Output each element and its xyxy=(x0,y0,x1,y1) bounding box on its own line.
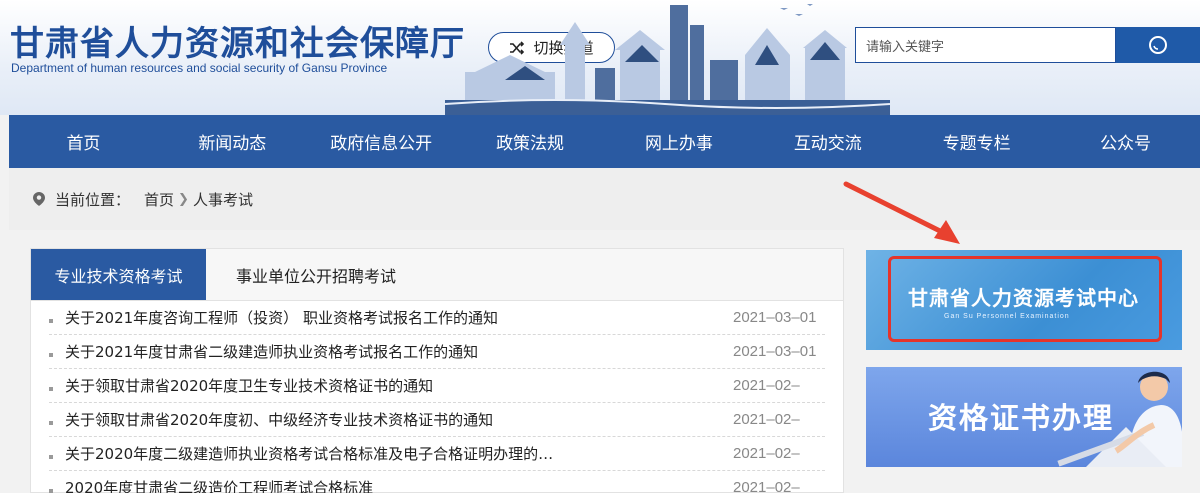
nav-item-interaction[interactable]: 互动交流 xyxy=(753,115,902,168)
nav-item-news[interactable]: 新闻动态 xyxy=(158,115,307,168)
news-date: 2021–02– xyxy=(733,479,800,493)
city-skyline-illustration xyxy=(445,4,890,115)
red-arrow-annotation xyxy=(843,181,960,244)
list-item[interactable]: 关于2021年度咨询工程师（投资） 职业资格考试报名工作的通知 2021–03–… xyxy=(49,301,825,335)
news-date: 2021–02– xyxy=(733,445,800,462)
chevron-right-icon: ❯ xyxy=(178,191,189,207)
exam-center-subtitle: Gan Su Personnel Examination xyxy=(944,313,1070,320)
exam-center-banner[interactable]: 甘肃省人力资源考试中心 Gan Su Personnel Examination xyxy=(866,250,1182,350)
nav-item-topics[interactable]: 专题专栏 xyxy=(902,115,1051,168)
bullet-icon xyxy=(49,386,53,391)
nav-item-gov-info[interactable]: 政府信息公开 xyxy=(307,115,456,168)
news-list: 关于2021年度咨询工程师（投资） 职业资格考试报名工作的通知 2021–03–… xyxy=(31,301,843,493)
breadcrumb: 当前位置： 首页 ❯ 人事考试 xyxy=(9,168,1200,230)
news-date: 2021–02– xyxy=(733,411,800,428)
news-title[interactable]: 2020年度甘肃省二级造价工程师考试合格标准 xyxy=(65,477,733,493)
certificate-banner[interactable]: 资格证书办理 xyxy=(866,367,1182,467)
nav-item-public-account[interactable]: 公众号 xyxy=(1051,115,1200,168)
bullet-icon xyxy=(49,488,53,493)
nav-item-online-services[interactable]: 网上办事 xyxy=(605,115,754,168)
exam-center-title: 甘肃省人力资源考试中心 xyxy=(908,286,1139,310)
exam-tabs: 专业技术资格考试 事业单位公开招聘考试 xyxy=(31,249,843,301)
bullet-icon xyxy=(49,420,53,425)
news-title[interactable]: 关于领取甘肃省2020年度初、中级经济专业技术资格证书的通知 xyxy=(65,409,733,430)
search-icon xyxy=(1149,36,1167,54)
bullet-icon xyxy=(49,352,53,357)
search-button[interactable] xyxy=(1116,27,1200,63)
nav-item-policy[interactable]: 政策法规 xyxy=(456,115,605,168)
news-title[interactable]: 关于2020年度二级建造师执业资格考试合格标准及电子合格证明办理的… xyxy=(65,443,733,464)
tab-professional-qualification[interactable]: 专业技术资格考试 xyxy=(31,249,206,300)
search-placeholder: 请输入关键字 xyxy=(866,39,945,55)
news-title[interactable]: 关于2021年度咨询工程师（投资） 职业资格考试报名工作的通知 xyxy=(65,307,733,328)
list-item[interactable]: 关于领取甘肃省2020年度初、中级经济专业技术资格证书的通知 2021–02– xyxy=(49,403,825,437)
news-title[interactable]: 关于领取甘肃省2020年度卫生专业技术资格证书的通知 xyxy=(65,375,733,396)
list-item[interactable]: 2020年度甘肃省二级造价工程师考试合格标准 2021–02– xyxy=(49,471,825,493)
search-input[interactable]: 请输入关键字 xyxy=(855,27,1116,63)
breadcrumb-current: 人事考试 xyxy=(192,190,253,209)
certificate-title: 资格证书办理 xyxy=(928,401,1115,435)
main-nav: 首页 新闻动态 政府信息公开 政策法规 网上办事 互动交流 专题专栏 公众号 xyxy=(9,115,1200,168)
list-item[interactable]: 关于领取甘肃省2020年度卫生专业技术资格证书的通知 2021–02– xyxy=(49,369,825,403)
news-date: 2021–02– xyxy=(733,377,800,394)
nav-item-home[interactable]: 首页 xyxy=(9,115,158,168)
tab-public-institution-recruitment[interactable]: 事业单位公开招聘考试 xyxy=(206,249,426,300)
site-title[interactable]: 甘肃省人力资源和社会保障厅 xyxy=(10,16,465,65)
site-header: 甘肃省人力资源和社会保障厅 Department of human resour… xyxy=(0,0,1200,115)
location-pin-icon xyxy=(33,192,45,206)
bullet-icon xyxy=(49,318,53,323)
breadcrumb-home-link[interactable]: 首页 xyxy=(144,189,174,210)
exam-news-panel: 专业技术资格考试 事业单位公开招聘考试 关于2021年度咨询工程师（投资） 职业… xyxy=(30,248,844,493)
news-date: 2021–03–01 xyxy=(733,309,817,326)
news-date: 2021–03–01 xyxy=(733,343,817,360)
site-subtitle: Department of human resources and social… xyxy=(11,61,388,75)
breadcrumb-prefix: 当前位置： xyxy=(55,190,131,209)
news-title[interactable]: 关于2021年度甘肃省二级建造师执业资格考试报名工作的通知 xyxy=(65,341,733,362)
list-item[interactable]: 关于2020年度二级建造师执业资格考试合格标准及电子合格证明办理的… 2021–… xyxy=(49,437,825,471)
list-item[interactable]: 关于2021年度甘肃省二级建造师执业资格考试报名工作的通知 2021–03–01 xyxy=(49,335,825,369)
bullet-icon xyxy=(49,454,53,459)
